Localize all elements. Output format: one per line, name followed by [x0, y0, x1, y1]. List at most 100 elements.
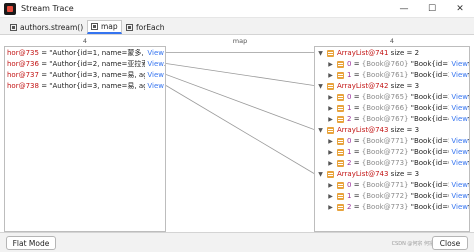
object-ref: {Book@760}	[361, 60, 409, 68]
maximize-icon[interactable]: ☐	[418, 0, 446, 18]
list-item[interactable]: ▶ 2 = {Book@767} "Book{id=4, nam... View	[315, 114, 469, 125]
equals-sign: =	[38, 49, 50, 57]
window-title: Stream Trace	[21, 4, 74, 13]
chevron-right-icon[interactable]: ▶	[327, 147, 334, 158]
object-ref: ArrayList@743	[337, 126, 389, 134]
mapping-connectors	[166, 52, 314, 174]
view-link[interactable]: View	[449, 180, 468, 191]
list-item[interactable]: ▶ 1 = {Book@761} "Book{id=2, nam... View	[315, 70, 469, 81]
list-item-group[interactable]: ▼ ArrayList@743 size = 3	[315, 169, 469, 180]
object-ref: hor@737	[7, 71, 39, 79]
list-icon	[327, 127, 334, 134]
bottom-bar: Flat Mode CSDN @何宗 何宗 Close	[0, 232, 474, 252]
chevron-down-icon[interactable]: ▼	[317, 125, 324, 136]
list-icon	[337, 72, 344, 79]
list-item[interactable]: ▶ 2 = {Book@773} "Book{id=6, nam... View	[315, 202, 469, 213]
size-label: size = 3	[388, 126, 420, 134]
object-ref: {Book@766}	[361, 104, 409, 112]
view-link[interactable]: View	[449, 158, 468, 169]
view-link[interactable]: View	[449, 191, 468, 202]
chevron-right-icon[interactable]: ▶	[327, 158, 334, 169]
size-label: size = 3	[388, 82, 420, 90]
equals-sign: =	[351, 71, 362, 79]
equals-sign: =	[351, 115, 362, 123]
chevron-down-icon[interactable]: ▼	[317, 169, 324, 180]
equals-sign: =	[351, 104, 362, 112]
view-link[interactable]: View	[449, 202, 468, 213]
close-button[interactable]: Close	[432, 236, 468, 250]
input-item[interactable]: hor@738 = "Author{id=3, name=易, age=1...…	[5, 81, 165, 92]
view-link[interactable]: View	[449, 59, 468, 70]
object-ref: {Book@761}	[361, 71, 409, 79]
chevron-right-icon[interactable]: ▶	[327, 59, 334, 70]
input-item[interactable]: hor@735 = "Author{id=1, name=蒙多, age=...…	[5, 48, 165, 59]
object-ref: {Book@773}	[361, 159, 409, 167]
tab-foreach[interactable]: forEach	[126, 20, 165, 34]
list-item[interactable]: ▶ 1 = {Book@766} "Book{id=3, nam... View	[315, 103, 469, 114]
chevron-down-icon[interactable]: ▼	[317, 81, 324, 92]
equals-sign: =	[351, 192, 362, 200]
view-link[interactable]: View	[145, 70, 164, 81]
list-item[interactable]: ▶ 0 = {Book@765} "Book{id=3, nam... View	[315, 92, 469, 103]
mapping-line	[166, 74, 314, 130]
tab-map[interactable]: map	[87, 20, 122, 34]
chevron-right-icon[interactable]: ▶	[327, 70, 334, 81]
stream-step-icon	[10, 23, 17, 31]
view-link[interactable]: View	[145, 81, 164, 92]
list-icon	[337, 182, 344, 189]
chevron-right-icon[interactable]: ▶	[327, 202, 334, 213]
equals-sign: =	[351, 159, 362, 167]
list-item-group[interactable]: ▼ ArrayList@742 size = 3	[315, 81, 469, 92]
list-icon	[327, 171, 334, 178]
list-item-group[interactable]: ▼ ArrayList@741 size = 2	[315, 48, 469, 59]
view-link[interactable]: View	[145, 48, 164, 59]
equals-sign: =	[351, 181, 362, 189]
equals-sign: =	[38, 82, 50, 90]
list-icon	[337, 116, 344, 123]
input-item[interactable]: hor@737 = "Author{id=3, name=易, age=1...…	[5, 70, 165, 81]
input-values-panel[interactable]: hor@735 = "Author{id=1, name=蒙多, age=...…	[4, 46, 166, 232]
object-ref: {Book@771}	[361, 137, 409, 145]
input-item[interactable]: hor@736 = "Author{id=2, name=亚拉索, ag... …	[5, 59, 165, 70]
intellij-app-icon	[4, 2, 16, 15]
chevron-right-icon[interactable]: ▶	[327, 180, 334, 191]
list-item[interactable]: ▶ 1 = {Book@772} "Book{id=6, nam... View	[315, 191, 469, 202]
view-link[interactable]: View	[449, 114, 468, 125]
view-link[interactable]: View	[449, 103, 468, 114]
chevron-down-icon[interactable]: ▼	[317, 48, 324, 59]
list-item[interactable]: ▶ 0 = {Book@771} "Book{id=5, nam... View	[315, 180, 469, 191]
list-icon	[337, 149, 344, 156]
chevron-right-icon[interactable]: ▶	[327, 103, 334, 114]
view-link[interactable]: View	[145, 59, 164, 70]
output-values-panel[interactable]: ▼ ArrayList@741 size = 2 ▶ 0 = {Book@760…	[314, 46, 470, 232]
list-icon	[337, 160, 344, 167]
size-label: size = 2	[388, 49, 420, 57]
mapping-line	[166, 63, 314, 86]
view-link[interactable]: View	[449, 92, 468, 103]
list-icon	[337, 204, 344, 211]
tab-authors-stream[interactable]: authors.stream()	[10, 20, 83, 34]
flat-mode-button[interactable]: Flat Mode	[6, 236, 56, 250]
left-count-header: 4	[82, 37, 88, 45]
view-link[interactable]: View	[449, 147, 468, 158]
list-item-group[interactable]: ▼ ArrayList@743 size = 3	[315, 125, 469, 136]
minimize-icon[interactable]: —	[390, 0, 418, 18]
chevron-right-icon[interactable]: ▶	[327, 92, 334, 103]
chevron-right-icon[interactable]: ▶	[327, 191, 334, 202]
view-link[interactable]: View	[449, 136, 468, 147]
list-item[interactable]: ▶ 1 = {Book@772} "Book{id=6, nam... View	[315, 147, 469, 158]
list-item[interactable]: ▶ 0 = {Book@760} "Book{id=1, nam... View	[315, 59, 469, 70]
list-icon	[327, 83, 334, 90]
object-ref: hor@736	[7, 60, 39, 68]
chevron-right-icon[interactable]: ▶	[327, 114, 334, 125]
tab-label: forEach	[136, 22, 165, 32]
mapping-line	[166, 85, 314, 174]
list-item[interactable]: ▶ 0 = {Book@771} "Book{id=5, nam... View	[315, 136, 469, 147]
equals-sign: =	[38, 71, 50, 79]
equals-sign: =	[351, 148, 362, 156]
list-item[interactable]: ▶ 2 = {Book@773} "Book{id=6, nam... View	[315, 158, 469, 169]
close-icon[interactable]: ✕	[446, 0, 474, 18]
view-link[interactable]: View	[449, 70, 468, 81]
chevron-right-icon[interactable]: ▶	[327, 136, 334, 147]
tab-bar: authors.stream() map forEach	[0, 18, 474, 35]
